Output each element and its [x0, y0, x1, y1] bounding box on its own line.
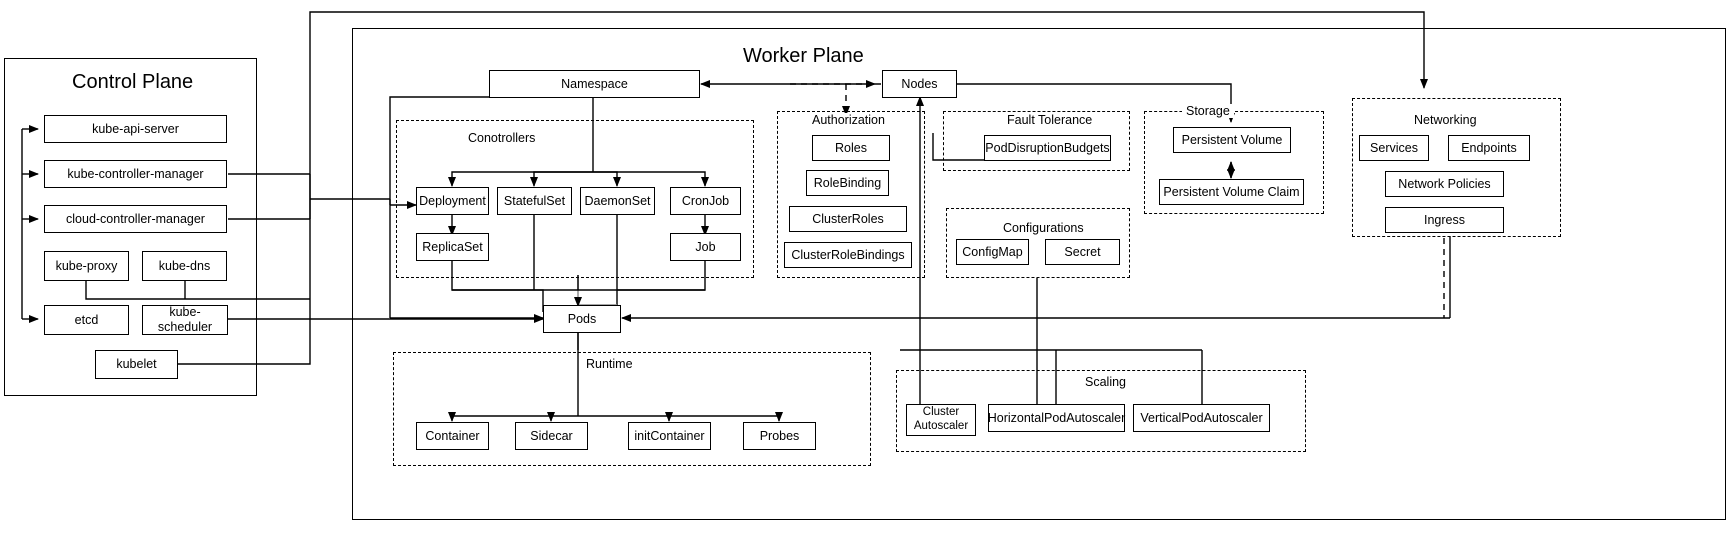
group-storage-label: Storage — [1182, 104, 1234, 118]
node-kube-dns[interactable]: kube-dns — [142, 251, 227, 281]
node-secret[interactable]: Secret — [1045, 239, 1120, 265]
node-network-policies[interactable]: Network Policies — [1385, 171, 1504, 197]
node-configmap[interactable]: ConfigMap — [956, 239, 1029, 265]
group-configurations-label: Configurations — [999, 221, 1088, 235]
node-cloud-controller-manager[interactable]: cloud-controller-manager — [44, 205, 227, 233]
node-replicaset[interactable]: ReplicaSet — [416, 233, 489, 261]
group-networking-label: Networking — [1410, 113, 1481, 127]
node-rolebinding[interactable]: RoleBinding — [806, 170, 889, 196]
node-deployment[interactable]: Deployment — [416, 187, 489, 215]
worker-plane-title: Worker Plane — [737, 45, 870, 68]
node-persistent-volume[interactable]: Persistent Volume — [1173, 127, 1291, 153]
node-poddisruptionbudgets[interactable]: PodDisruptionBudgets — [984, 135, 1111, 161]
node-kube-api-server[interactable]: kube-api-server — [44, 115, 227, 143]
group-runtime-label: Runtime — [582, 357, 637, 371]
node-cronjob[interactable]: CronJob — [670, 187, 741, 215]
node-endpoints[interactable]: Endpoints — [1448, 135, 1530, 161]
node-cluster-autoscaler[interactable]: Cluster Autoscaler — [906, 404, 976, 436]
group-controllers-label: Conotrollers — [464, 131, 540, 145]
node-etcd[interactable]: etcd — [44, 305, 129, 335]
node-sidecar[interactable]: Sidecar — [515, 422, 588, 450]
node-clusterroles[interactable]: ClusterRoles — [789, 206, 907, 232]
control-plane-title: Control Plane — [66, 71, 200, 94]
node-initcontainer[interactable]: initContainer — [628, 422, 711, 450]
diagram-canvas: Control Plane kube-api-server kube-contr… — [0, 0, 1731, 548]
node-persistent-volume-claim[interactable]: Persistent Volume Claim — [1159, 179, 1304, 205]
node-roles[interactable]: Roles — [812, 135, 890, 161]
group-scaling-label: Scaling — [1081, 375, 1130, 389]
node-nodes[interactable]: Nodes — [882, 70, 957, 98]
node-kubelet[interactable]: kubelet — [95, 350, 178, 379]
node-kube-controller-manager[interactable]: kube-controller-manager — [44, 160, 227, 188]
node-container[interactable]: Container — [416, 422, 489, 450]
group-fault-tolerance-label: Fault Tolerance — [1003, 113, 1097, 127]
node-services[interactable]: Services — [1359, 135, 1429, 161]
node-probes[interactable]: Probes — [743, 422, 816, 450]
node-ingress[interactable]: Ingress — [1385, 207, 1504, 233]
node-clusterrolebindings[interactable]: ClusterRoleBindings — [784, 242, 912, 268]
node-namespace[interactable]: Namespace — [489, 70, 700, 98]
node-daemonset[interactable]: DaemonSet — [580, 187, 655, 215]
node-horizontal-pod-autoscaler[interactable]: HorizontalPodAutoscaler — [988, 404, 1125, 432]
node-job[interactable]: Job — [670, 233, 741, 261]
node-pods[interactable]: Pods — [543, 305, 621, 333]
node-kube-scheduler[interactable]: kube-scheduler — [142, 305, 228, 335]
node-vertical-pod-autoscaler[interactable]: VerticalPodAutoscaler — [1133, 404, 1270, 432]
node-statefulset[interactable]: StatefulSet — [497, 187, 572, 215]
group-authorization-label: Authorization — [808, 113, 889, 127]
node-kube-proxy[interactable]: kube-proxy — [44, 251, 129, 281]
